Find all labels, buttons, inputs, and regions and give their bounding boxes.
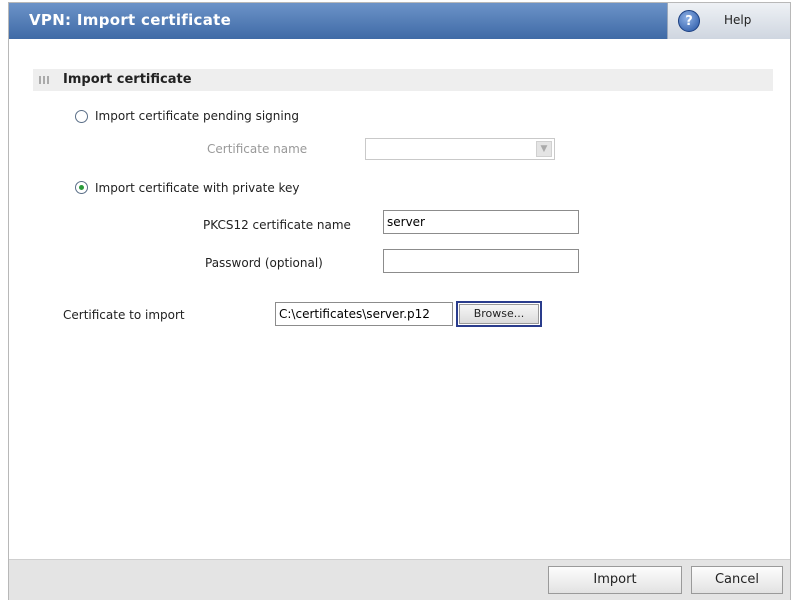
certificate-to-import-label: Certificate to import bbox=[63, 308, 185, 322]
pkcs12-name-field[interactable] bbox=[383, 210, 579, 234]
radio-private-key[interactable] bbox=[75, 181, 88, 194]
grip-icon bbox=[39, 76, 49, 84]
browse-button-label: Browse... bbox=[459, 304, 539, 324]
import-button[interactable]: Import bbox=[548, 566, 682, 594]
certificate-path-field[interactable] bbox=[275, 302, 453, 326]
radio-selected-dot bbox=[79, 185, 84, 190]
password-field[interactable] bbox=[383, 249, 579, 273]
pending-signing-label: Import certificate pending signing bbox=[95, 109, 299, 123]
pkcs12-label: PKCS12 certificate name bbox=[203, 218, 351, 232]
browse-button[interactable]: Browse... bbox=[456, 301, 542, 327]
password-label: Password (optional) bbox=[205, 256, 323, 270]
dialog-footer: Import Cancel bbox=[9, 559, 790, 600]
help-icon: ? bbox=[678, 10, 700, 32]
section-header: Import certificate bbox=[33, 69, 773, 91]
private-key-label: Import certificate with private key bbox=[95, 181, 300, 195]
help-label: Help bbox=[724, 13, 752, 27]
title-bar: VPN: Import certificate ? Help bbox=[9, 3, 790, 39]
radio-pending-signing[interactable] bbox=[75, 110, 88, 123]
import-certificate-dialog: VPN: Import certificate ? Help Import ce… bbox=[8, 2, 791, 600]
cancel-button[interactable]: Cancel bbox=[691, 566, 783, 594]
chevron-down-icon: ▼ bbox=[536, 141, 552, 157]
certificate-name-select[interactable]: ▼ bbox=[365, 138, 555, 160]
certificate-name-label: Certificate name bbox=[207, 142, 308, 156]
help-button[interactable]: ? Help bbox=[667, 3, 790, 39]
dialog-title: VPN: Import certificate bbox=[29, 11, 232, 29]
section-title: Import certificate bbox=[63, 72, 192, 87]
